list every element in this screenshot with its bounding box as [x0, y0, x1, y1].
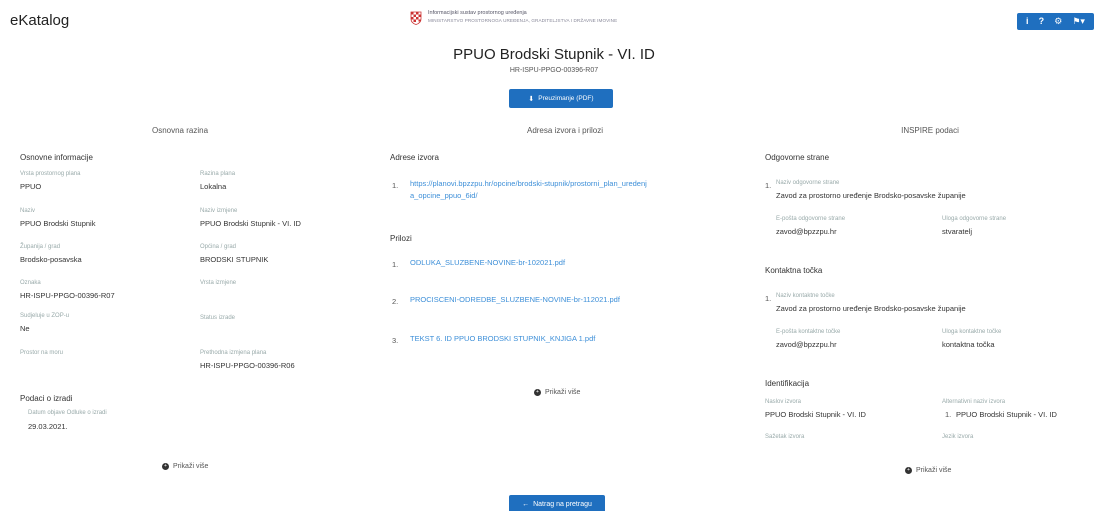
contact-number: 1.	[765, 294, 772, 303]
show-more-general-button[interactable]: + Prikaži više	[162, 463, 208, 470]
field-value: PPUO Brodski Stupnik - VI. ID	[956, 410, 1057, 419]
field-label: Vrsta izmjene	[200, 280, 237, 286]
field-value: PPUO Brodski Stupnik - VI. ID	[200, 219, 301, 228]
field-value: PPUO	[20, 182, 42, 191]
field-label: Prostor na moru	[20, 350, 64, 356]
source-number: 1.	[392, 181, 399, 190]
status-value: 29.03.2021.	[28, 422, 68, 431]
attachment-number: 2.	[392, 297, 399, 306]
attachment-number: 3.	[392, 336, 399, 345]
field-label: Naslov izvora	[765, 399, 802, 405]
col-general-heading: Osnovna razina	[151, 126, 209, 135]
field-value: Zavod za prostorno uređenje Brodsko-posa…	[776, 304, 966, 313]
plus-circle-icon: +	[905, 467, 912, 474]
field-label: Županija / grad	[20, 244, 61, 250]
show-more-label: Prikaži više	[545, 389, 581, 396]
arrow-left-icon: ←	[522, 500, 530, 508]
top-bar: eKatalog Informacijski sustav prostornog…	[0, 0, 1108, 44]
org-header: Informacijski sustav prostornog uređenja…	[410, 10, 617, 25]
field-label: Sažetak izvora	[765, 434, 805, 440]
page-title: PPUO Brodski Stupnik - VI. ID	[453, 46, 655, 63]
attachments-title: Prilozi	[390, 234, 412, 243]
field-label: Alternativni naziv izvora	[942, 399, 1006, 405]
field-value: HR-ISPU-PPGO-00396-R07	[20, 291, 115, 300]
status-label: Datum objave Odluke o izradi	[28, 410, 107, 416]
field-label: Naziv izmjene	[200, 208, 238, 214]
org-line2: MINISTARSTVO PROSTORNOGA UREĐENJA, GRADI…	[428, 18, 618, 23]
toolbar: i ? ⚙ ⚑▾	[1017, 13, 1094, 30]
download-pdf-button[interactable]: ⬇ Preuzimanje (PDF)	[509, 89, 613, 108]
field-value: stvaratelj	[942, 227, 973, 236]
download-icon: ⬇	[528, 95, 535, 103]
show-more-inspire-button[interactable]: + Prikaži više	[905, 467, 951, 474]
field-label: Vrsta prostornog plana	[20, 171, 81, 177]
field-label: Uloga odgovorne strane	[942, 216, 1007, 222]
back-to-search-button[interactable]: ← Natrag na pretragu	[509, 495, 605, 511]
plus-circle-icon: +	[162, 463, 169, 470]
field-label: Uloga kontaktne točke	[942, 329, 1002, 335]
col-inspire-heading: INSPIRE podaci	[901, 126, 959, 135]
field-label: Naziv odgovorne strane	[776, 180, 840, 186]
field-value: PPUO Brodski Stupnik - VI. ID	[765, 410, 866, 419]
field-label: Općina / grad	[200, 244, 237, 250]
field-label: E-pošta odgovorne strane	[776, 216, 846, 222]
plan-code: HR-ISPU-PPGO-00396-R07	[509, 67, 599, 74]
basic-info-title: Osnovne informacije	[20, 153, 93, 162]
help-icon[interactable]: ?	[1039, 13, 1045, 30]
field-value: kontaktna točka	[942, 340, 995, 349]
field-value: Lokalna	[200, 182, 227, 191]
status-title: Podaci o izradi	[20, 394, 73, 403]
attachment-link[interactable]: PROCISCENI-ODREDBE_SLUZBENE-NOVINE-br-11…	[410, 294, 620, 306]
field-label: Naziv kontaktne točke	[776, 293, 835, 299]
field-label: Sudjeluje u ZOP-u	[20, 313, 70, 319]
field-value: zavod@bpzzpu.hr	[776, 340, 837, 349]
attachment-number: 1.	[392, 260, 399, 269]
attachment-link[interactable]: ODLUKA_SLUZBENE-NOVINE-br-102021.pdf	[410, 257, 565, 269]
back-label: Natrag na pretragu	[533, 500, 592, 508]
field-label: Naziv	[20, 208, 36, 214]
field-value: Ne	[20, 324, 30, 333]
info-icon[interactable]: i	[1026, 13, 1029, 30]
alt-number: 1.	[945, 410, 952, 419]
field-label: Jezik izvora	[942, 434, 974, 440]
field-label: Status izrade	[200, 315, 236, 321]
attachment-link[interactable]: TEKST 6. ID PPUO BRODSKI STUPNIK_KNJIGA …	[410, 333, 595, 345]
field-value: BRODSKI STUPNIK	[200, 255, 269, 264]
plan-header: PPUO Brodski Stupnik - VI. ID HR-ISPU-PP…	[0, 46, 1108, 74]
contact-title: Kontaktna točka	[765, 266, 823, 275]
org-line1: Informacijski sustav prostornog uređenja	[428, 10, 527, 16]
field-value: HR-ISPU-PPGO-00396-R06	[200, 361, 295, 370]
download-pdf-label: Preuzimanje (PDF)	[538, 95, 594, 102]
app-title[interactable]: eKatalog	[10, 12, 69, 29]
ident-title: Identifikacija	[765, 379, 810, 388]
plus-circle-icon: +	[534, 389, 541, 396]
show-more-links-button[interactable]: + Prikaži više	[534, 389, 580, 396]
field-label: Oznaka	[20, 280, 41, 286]
field-label: E-pošta kontaktne točke	[776, 329, 841, 335]
language-flag-icon[interactable]: ⚑▾	[1072, 13, 1085, 30]
col-links-heading: Adresa izvora i prilozi	[526, 126, 604, 135]
source-link[interactable]: https://planovi.bpzzpu.hr/opcine/brodski…	[410, 178, 650, 202]
sources-title: Adrese izvora	[390, 153, 439, 162]
field-label: Prethodna izmjena plana	[200, 350, 267, 356]
croatian-crest-icon	[410, 11, 422, 25]
field-value: PPUO Brodski Stupnik	[20, 219, 96, 228]
show-more-label: Prikaži više	[173, 463, 209, 470]
field-value: zavod@bpzzpu.hr	[776, 227, 837, 236]
field-value: Zavod za prostorno uređenje Brodsko-posa…	[776, 191, 966, 200]
show-more-label: Prikaži više	[916, 467, 952, 474]
user-icon[interactable]: ⚙	[1054, 13, 1062, 30]
responsible-title: Odgovorne strane	[765, 153, 830, 162]
responsible-number: 1.	[765, 181, 772, 190]
field-label: Razina plana	[200, 171, 236, 177]
field-value: Brodsko-posavska	[20, 255, 82, 264]
